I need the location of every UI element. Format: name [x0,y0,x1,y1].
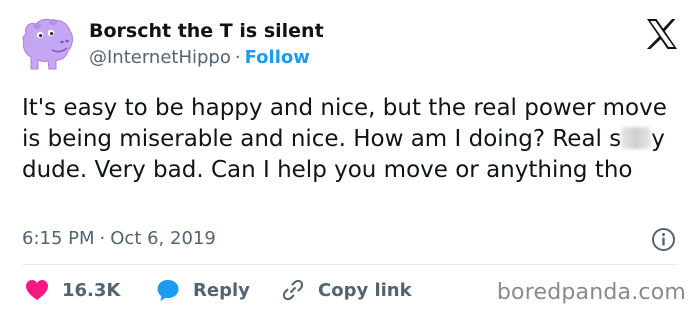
timestamp-separator: · [99,228,106,249]
user-handle[interactable]: @InternetHippo [89,47,231,68]
handle-separator: · [234,47,241,68]
reply-label: Reply [193,279,250,301]
watermark: boredpanda.com [496,280,686,305]
hippo-avatar[interactable] [18,14,76,72]
author-block: Borscht the T is silent @InternetHippo · F… [89,20,324,69]
copy-link-label: Copy link [318,279,412,301]
display-name[interactable]: Borscht the T is silent [89,20,324,42]
copy-link-button[interactable]: Copy link [281,276,412,304]
link-icon [282,279,304,301]
reply-bubble-icon [157,280,179,301]
tweet-date: Oct 6, 2019 [110,228,216,249]
divider [22,264,678,265]
tweet-card: Borscht the T is silent @InternetHippo · F… [0,0,700,318]
tweet-time: 6:15 PM [22,228,95,249]
like-count: 16.3K [62,279,121,301]
censored-word-blur [621,127,652,149]
tweet-text-start: It's easy to be happy and nice, but the … [22,95,667,152]
info-icon[interactable] [651,227,676,252]
like-button[interactable]: 16.3K [25,276,120,304]
timestamp[interactable]: 6:15 PM · Oct 6, 2019 [22,228,216,250]
handle-row: @InternetHippo · Follow [89,47,324,69]
heart-icon [26,280,48,300]
tweet-text: It's easy to be happy and nice, but the … [22,93,682,186]
x-logo-icon[interactable] [645,18,679,50]
follow-button[interactable]: Follow [245,47,310,68]
reply-button[interactable]: Reply [156,276,250,304]
